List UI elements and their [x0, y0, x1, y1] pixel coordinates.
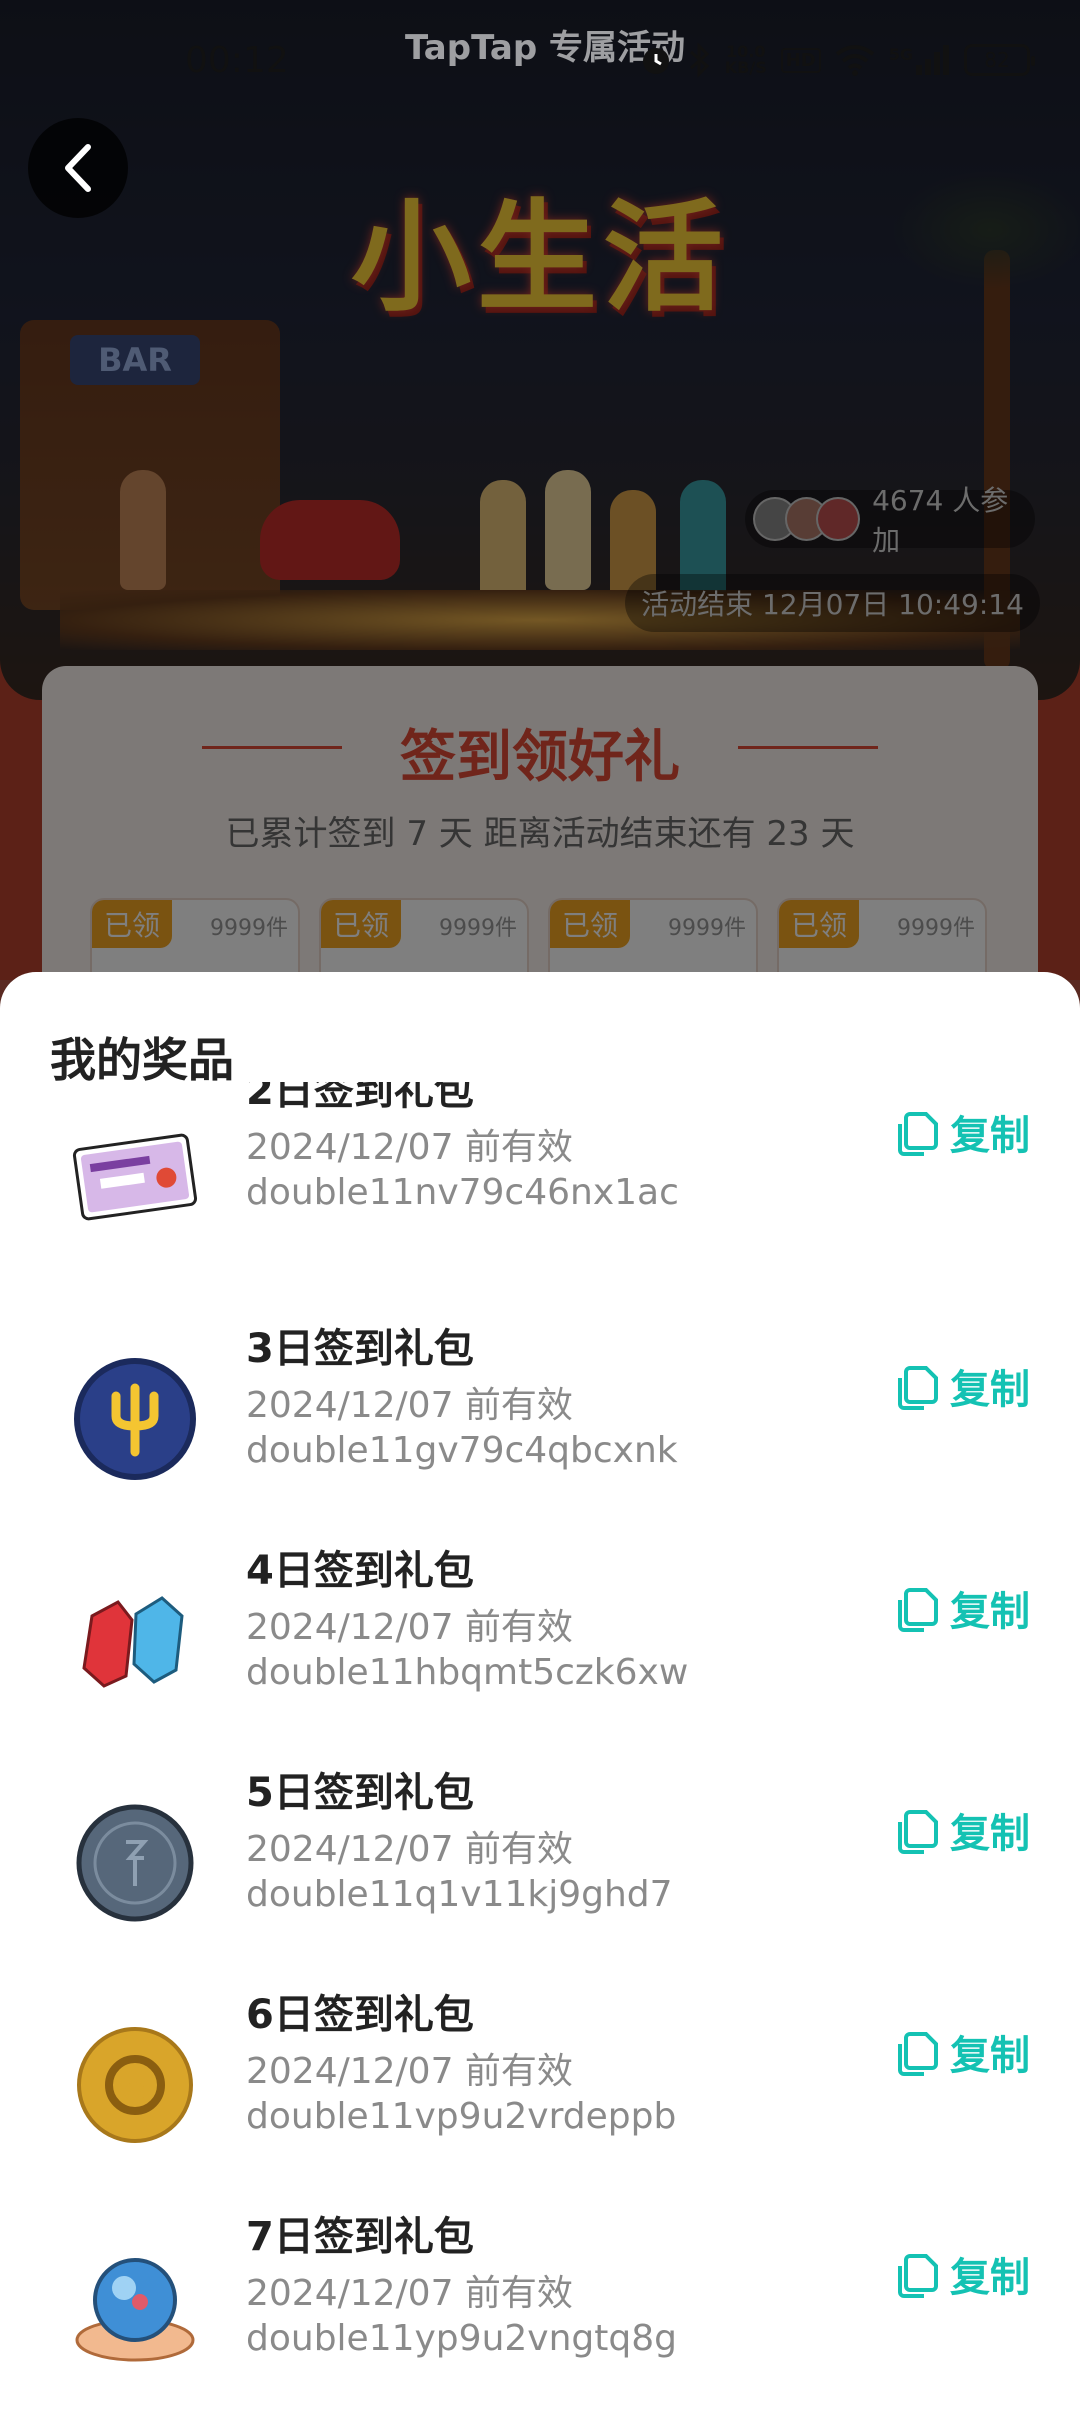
- crystals-icon: [82, 1596, 184, 1688]
- prize-code: double11gv79c4qbcxnk: [246, 1430, 678, 1471]
- prize-name: 5日签到礼包: [246, 1770, 474, 1816]
- prize-list[interactable]: 2日签到礼包 2024/12/07 前有效 double11nv79c46nx1…: [0, 1082, 1080, 2412]
- prize-name: 4日签到礼包: [246, 1548, 474, 1594]
- copy-icon: [898, 1366, 938, 1410]
- prize-name: 6日签到礼包: [246, 1992, 474, 2038]
- gold-coin-icon: [77, 2027, 193, 2143]
- prize-expiry: 2024/12/07 前有效: [246, 2051, 573, 2092]
- battery-indicator: 82: [964, 44, 1035, 76]
- alarm-icon: [642, 48, 669, 74]
- copy-icon: [898, 1810, 938, 1854]
- signal-type: 5G: [888, 45, 913, 64]
- copy-button[interactable]: 复制: [896, 1578, 1030, 1638]
- hd-voice-badge: HD: [780, 47, 821, 73]
- copy-label: 复制: [950, 1113, 1030, 1159]
- copy-label: 复制: [950, 2255, 1030, 2301]
- cell-signal: 5G: [889, 45, 950, 75]
- prize-code: double11q1v11kj9ghd7: [246, 1874, 673, 1915]
- copy-label: 复制: [950, 1811, 1030, 1857]
- prize-item: 5日签到礼包 2024/12/07 前有效 double11q1v11kj9gh…: [0, 1748, 1080, 1970]
- prize-name: 3日签到礼包: [246, 1326, 474, 1372]
- copy-icon: [898, 2032, 938, 2076]
- status-time: 00:12: [185, 39, 289, 81]
- prize-code: double11nv79c46nx1ac: [246, 1172, 679, 1213]
- status-bar: 00:12 TapTap 专属活动 10.0 KB/S HD 5G 82: [0, 0, 1080, 120]
- my-prizes-sheet: 我的奖品 2日签到礼包 2024/12/07 前有效 double11nv79c…: [0, 972, 1080, 2412]
- prize-expiry: 2024/12/07 前有效: [246, 1829, 573, 1870]
- prize-name: 2日签到礼包: [246, 1082, 474, 1114]
- prize-name: 7日签到礼包: [246, 2214, 474, 2260]
- signal-bars-icon: [916, 45, 949, 75]
- prize-code: double11hbqmt5czk6xw: [246, 1652, 689, 1693]
- copy-button[interactable]: 复制: [896, 2244, 1030, 2304]
- sheet-title: 我的奖品: [50, 1033, 234, 1087]
- prize-expiry: 2024/12/07 前有效: [246, 1385, 573, 1426]
- network-speed-unit: KB/S: [724, 58, 767, 77]
- back-button[interactable]: [28, 118, 128, 218]
- prize-item: 6日签到礼包 2024/12/07 前有效 double11vp9u2vrdep…: [0, 1970, 1080, 2192]
- copy-button[interactable]: 复制: [896, 1102, 1030, 1162]
- wifi-icon: [835, 45, 874, 76]
- prize-item: 7日签到礼包 2024/12/07 前有效 double11yp9u2vngtq…: [0, 2192, 1080, 2412]
- copy-button[interactable]: 复制: [896, 2022, 1030, 2082]
- silver-coin-icon: [76, 1804, 194, 1922]
- bluetooth-icon: [689, 42, 709, 78]
- copy-label: 复制: [950, 2033, 1030, 2079]
- prize-expiry: 2024/12/07 前有效: [246, 1127, 573, 1168]
- copy-label: 复制: [950, 1367, 1030, 1413]
- chevron-left-icon: [65, 144, 91, 192]
- prize-expiry: 2024/12/07 前有效: [246, 1607, 573, 1648]
- copy-label: 复制: [950, 1589, 1030, 1635]
- prize-item: 2日签到礼包 2024/12/07 前有效 double11nv79c46nx1…: [0, 1082, 1080, 1304]
- prize-code: double11vp9u2vrdeppb: [246, 2096, 677, 2137]
- copy-icon: [898, 2254, 938, 2298]
- copy-icon: [898, 1588, 938, 1632]
- copy-button[interactable]: 复制: [896, 1356, 1030, 1416]
- crystal-ball-icon: [75, 2258, 195, 2362]
- trident-badge-icon: [74, 1358, 196, 1480]
- prize-expiry: 2024/12/07 前有效: [246, 2273, 573, 2314]
- copy-button[interactable]: 复制: [896, 1800, 1030, 1860]
- copy-icon: [898, 1112, 938, 1156]
- network-speed: 10.0 KB/S: [725, 44, 767, 76]
- prize-code: double11yp9u2vngtq8g: [246, 2318, 677, 2359]
- status-icons: 10.0 KB/S HD 5G 82: [639, 42, 1035, 78]
- voucher-card-icon: [72, 1133, 198, 1221]
- modal-scrim[interactable]: [0, 0, 1080, 980]
- prize-item: 4日签到礼包 2024/12/07 前有效 double11hbqmt5czk6…: [0, 1526, 1080, 1748]
- prize-item: 3日签到礼包 2024/12/07 前有效 double11gv79c4qbcx…: [0, 1304, 1080, 1526]
